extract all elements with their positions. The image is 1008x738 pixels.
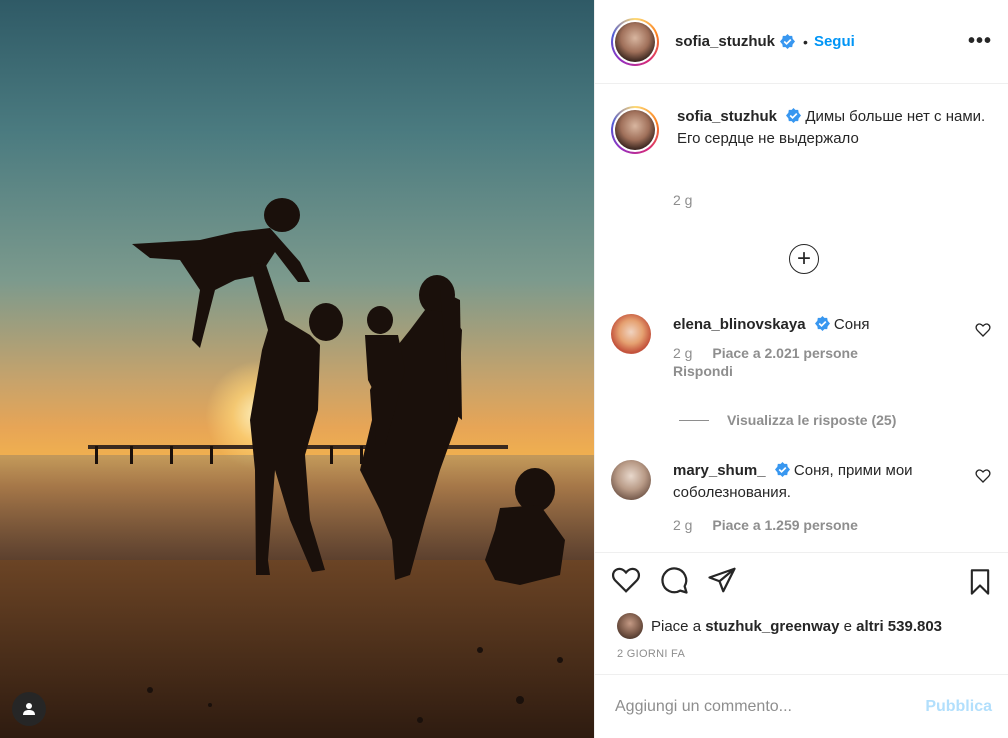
comments-list[interactable]: sofia_stuzhuk Димы больше нет с нами. Ег…: [595, 84, 1008, 552]
comment-time: 2 g: [673, 517, 693, 533]
likes-summary[interactable]: Piace a stuzhuk_greenway e altri 539.803: [617, 613, 942, 639]
comment-avatar[interactable]: [611, 314, 651, 354]
post-caption: sofia_stuzhuk Димы больше нет с нами. Ег…: [611, 106, 991, 208]
family-silhouettes: [95, 198, 565, 723]
separator-dot: •: [803, 33, 808, 50]
caption-text-line2: Его сердце не выдержало: [677, 130, 859, 147]
verified-icon: [814, 316, 830, 331]
bookmark-icon[interactable]: [966, 567, 994, 597]
more-options-button[interactable]: •••: [968, 30, 992, 53]
comment-avatar[interactable]: [611, 460, 651, 500]
replies-divider: [679, 419, 709, 421]
caption-username[interactable]: sofia_stuzhuk: [677, 108, 777, 125]
view-replies-label: Visualizza le risposte (25): [727, 412, 897, 428]
caption-time: 2 g: [673, 192, 693, 208]
publish-button[interactable]: Pubblica: [925, 698, 992, 716]
reply-button[interactable]: Rispondi: [673, 362, 953, 380]
likes-prefix: Piace a: [651, 617, 702, 635]
comment-icon[interactable]: [659, 565, 689, 595]
liker-avatar: [617, 613, 643, 639]
comment-likes[interactable]: Piace a 2.021 persone: [712, 345, 858, 361]
comment-text: Соня: [833, 316, 870, 333]
heart-icon[interactable]: [975, 468, 991, 484]
comment-likes[interactable]: Piace a 1.259 persone: [712, 517, 858, 533]
comment-time: 2 g: [673, 345, 693, 361]
verified-icon: [786, 108, 802, 123]
post-date: 2 GIORNI FA: [617, 648, 686, 660]
add-comment-bar: Pubblica: [595, 674, 1008, 738]
user-tag-button[interactable]: [12, 692, 46, 726]
share-icon[interactable]: [707, 565, 737, 595]
post-dialog: sofia_stuzhuk • Segui ••• sofia_stuzhuk: [0, 0, 1008, 738]
follow-button[interactable]: Segui: [814, 33, 855, 50]
comment-item: elena_blinovskaya Соня 2 g Piace a 2.021…: [611, 314, 991, 380]
comment-username[interactable]: mary_shum_: [673, 462, 766, 479]
plus-icon: +: [796, 245, 811, 272]
caption-text-line1: Димы больше нет с нами.: [805, 108, 986, 125]
likes-and: e: [843, 617, 852, 635]
post-side-panel: sofia_stuzhuk • Segui ••• sofia_stuzhuk: [594, 0, 1008, 738]
heart-icon[interactable]: [975, 322, 991, 338]
post-photo[interactable]: [0, 0, 594, 738]
user-tag-icon: [23, 703, 35, 715]
likes-user[interactable]: stuzhuk_greenway: [705, 618, 839, 635]
caption-avatar[interactable]: [611, 106, 659, 154]
view-replies-button[interactable]: Visualizza le risposte (25): [679, 412, 896, 428]
comment-item: mary_shum_ Соня, прими мои соболезновани…: [611, 460, 991, 534]
comment-input[interactable]: [615, 697, 926, 716]
load-more-comments-button[interactable]: +: [789, 244, 819, 274]
post-actions: Piace a stuzhuk_greenway e altri 539.803: [595, 552, 1008, 644]
likes-others[interactable]: altri 539.803: [856, 618, 942, 635]
verified-icon: [774, 462, 790, 477]
header-username[interactable]: sofia_stuzhuk: [675, 33, 775, 50]
heart-icon[interactable]: [611, 565, 641, 595]
post-header: sofia_stuzhuk • Segui •••: [595, 0, 1008, 84]
comment-username[interactable]: elena_blinovskaya: [673, 316, 806, 333]
avatar[interactable]: [611, 17, 659, 66]
verified-icon: [780, 34, 796, 49]
